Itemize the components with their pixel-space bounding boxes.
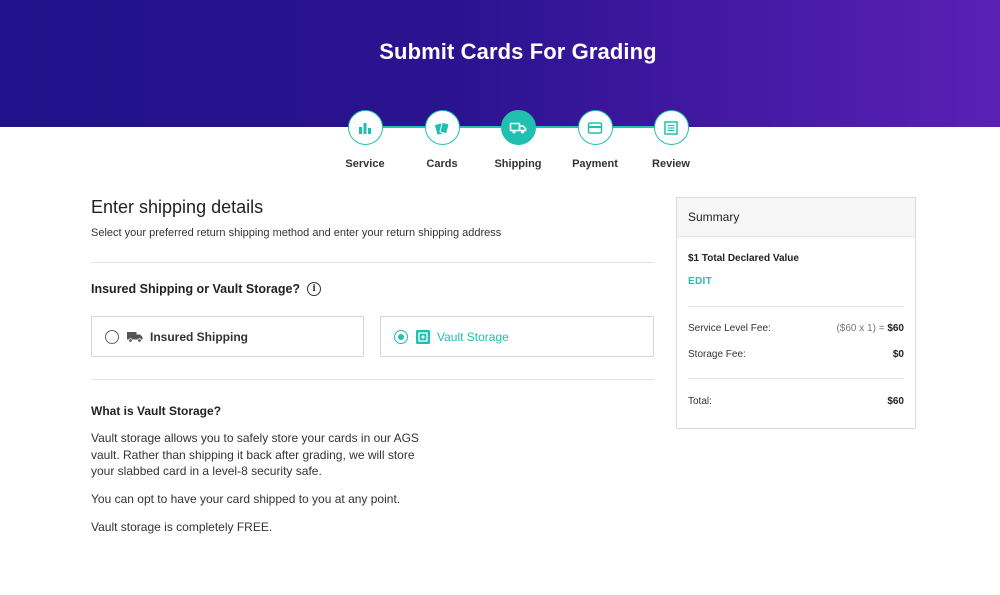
total-value: $60 [887, 396, 904, 407]
vault-info-paragraph: You can opt to have your card shipped to… [91, 492, 401, 506]
credit-card-icon [587, 121, 603, 134]
info-icon[interactable]: i [307, 282, 322, 296]
service-fee-value: $60 [887, 323, 904, 334]
vault-info-paragraph: Vault storage is completely FREE. [91, 520, 273, 534]
declared-value: $1 Total Declared Value [688, 253, 799, 264]
divider [688, 306, 904, 307]
step-circle [347, 110, 383, 145]
divider [688, 378, 904, 379]
total-row: Total: $60 [688, 396, 904, 407]
step-circle [577, 110, 613, 145]
storage-fee-label: Storage Fee: [688, 349, 746, 360]
step-circle [653, 110, 689, 145]
question-label: Insured Shipping or Vault Storage? [91, 282, 301, 296]
step-label: Review [652, 158, 690, 170]
option-label: Insured Shipping [150, 329, 248, 344]
shipping-question: Insured Shipping or Vault Storage? i [91, 282, 322, 296]
shipping-details-section: Enter shipping details Select your prefe… [91, 197, 654, 534]
order-summary-panel: Summary $1 Total Declared Value EDIT Ser… [676, 197, 916, 429]
summary-title: Summary [677, 198, 915, 237]
page-title: Submit Cards For Grading [379, 39, 657, 64]
service-fee-calc: ($60 x 1) = [836, 323, 888, 334]
truck-icon [509, 122, 527, 133]
step-review[interactable]: Review [631, 110, 711, 170]
vault-storage-radio[interactable] [394, 329, 408, 344]
bar-chart-icon [359, 122, 371, 134]
step-label: Shipping [494, 158, 542, 170]
step-service[interactable]: Service [325, 110, 405, 170]
section-subheading: Select your preferred return shipping me… [91, 227, 502, 239]
radio-selected-dot [398, 333, 404, 340]
insured-shipping-radio[interactable] [105, 329, 119, 344]
vault-icon [416, 329, 430, 344]
vault-info-paragraph: Vault storage allows you to safely store… [91, 431, 419, 478]
step-label: Cards [426, 158, 458, 170]
section-heading: Enter shipping details [91, 197, 264, 217]
storage-fee-value: $0 [892, 349, 904, 360]
step-label: Service [345, 158, 385, 170]
cards-icon [435, 121, 450, 135]
step-shipping[interactable]: Shipping [478, 110, 558, 170]
step-label: Payment [572, 158, 618, 170]
option-label: Vault Storage [437, 329, 509, 344]
service-fee-row: Service Level Fee: ($60 x 1) = $60 [688, 323, 904, 334]
step-circle [500, 110, 536, 145]
vault-storage-option[interactable]: Vault Storage [380, 316, 654, 357]
review-list-icon [664, 120, 678, 135]
shipping-options: Insured Shipping Vault Storage [91, 316, 654, 357]
storage-fee-row: Storage Fee: $0 [688, 349, 904, 360]
total-label: Total: [688, 396, 712, 407]
vault-info-title: What is Vault Storage? [91, 404, 222, 418]
step-cards[interactable]: Cards [402, 110, 482, 170]
insured-shipping-option[interactable]: Insured Shipping [91, 316, 364, 357]
step-circle [424, 110, 460, 145]
edit-declared-value-link[interactable]: EDIT [688, 276, 712, 287]
service-fee-label: Service Level Fee: [688, 323, 771, 334]
page-header: Submit Cards For Grading [0, 0, 1000, 127]
divider [91, 379, 654, 380]
service-fee-amount: ($60 x 1) = $60 [836, 323, 904, 334]
truck-icon [127, 331, 143, 343]
step-payment[interactable]: Payment [555, 110, 635, 170]
divider [91, 262, 654, 263]
